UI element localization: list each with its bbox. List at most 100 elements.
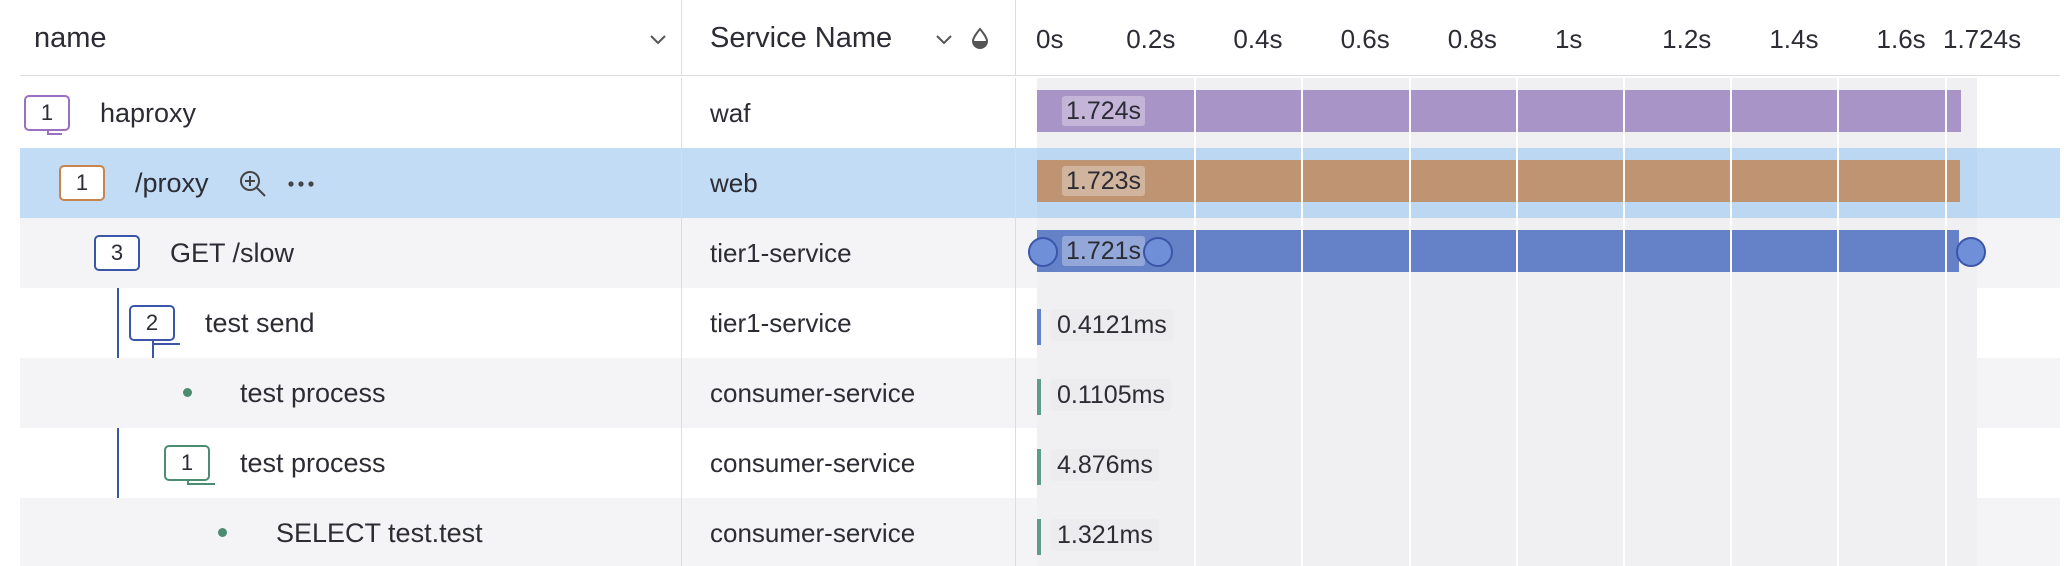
span-row-haproxy[interactable]: 1 haproxy waf 1.724s [20,78,2060,148]
timeline-gridline [1515,288,1518,358]
timeline-cell: 1.321ms [1016,498,2060,566]
timeline-gridline [1730,288,1733,358]
span-bar[interactable] [1037,160,1961,202]
timeline-gridline [1622,78,1625,148]
timeline-gridline [1301,78,1304,148]
span-name-cell: 2 test send [20,288,682,358]
timeline-gridline [1944,498,1947,566]
service-name: consumer-service [682,428,1016,498]
span-row-select-test[interactable]: SELECT test.test consumer-service 1.321m… [20,498,2060,566]
trace-table-header: name Service Name 0s 0.2s 0.4s 0.6s 0.8s 1s 1.… [20,0,2060,76]
child-count-badge[interactable]: 1 [164,445,210,481]
span-row-test-process[interactable]: test process consumer-service 0.1105ms [20,358,2060,428]
service-column-header[interactable]: Service Name [682,0,1016,76]
timeline-gridline [1944,288,1947,358]
timeline-gridline [1194,428,1197,498]
timeline-gridline [1194,78,1197,148]
timeline-gridline [1408,148,1411,218]
timeline-cell: 1.724s [1016,78,2060,148]
timeline-gridline [1408,358,1411,428]
timeline-tick-label: 1.6s [1876,24,1926,54]
child-count-badge[interactable]: 1 [59,165,105,201]
timeline-gridline [1515,78,1518,148]
span-bar[interactable] [1037,519,1041,555]
more-options-icon[interactable] [286,169,316,199]
timeline-gridline [1408,428,1411,498]
timeline-gridline [1622,498,1625,566]
timeline-cell: 1.723s [1016,148,2060,218]
timeline-gridline [1730,148,1733,218]
span-name-cell: 1 test process [20,428,682,498]
span-duration-label: 4.876ms [1051,449,1159,481]
span-bar[interactable] [1037,379,1041,415]
timeline-track [1037,428,1977,498]
leaf-dot [183,388,192,397]
timeline-gridline [1408,218,1411,288]
timeline-gridline [1515,148,1518,218]
timeline-gridline [1944,148,1947,218]
timeline-gridline [1837,498,1840,566]
timeline-gridline [1408,498,1411,566]
span-duration-label: 1.724s [1062,96,1146,126]
span-name: test process [240,377,386,408]
timeline-tick-label: 0.4s [1233,24,1283,54]
child-count-badge[interactable]: 2 [129,305,175,341]
span-row-proxy[interactable]: 1 /proxy web 1.723s [20,148,2060,218]
span-name-cell: 1 /proxy [20,148,682,218]
chevron-down-icon[interactable] [932,26,956,50]
span-duration-label: 1.321ms [1051,519,1159,551]
span-bar[interactable] [1037,230,1960,272]
service-name: tier1-service [682,218,1016,288]
span-row-get-slow[interactable]: 3 GET /slow tier1-service 1.721s [20,218,2060,288]
name-column-title: name [34,21,107,54]
timeline-gridline [1194,148,1197,218]
timeline-gridline [1730,218,1733,288]
span-row-test-send[interactable]: 2 test send tier1-service 0.4121ms [20,288,2060,358]
timeline-track [1037,288,1977,358]
timeline-gridline [1194,358,1197,428]
timeline-gridline [1944,358,1947,428]
service-name: web [682,148,1016,218]
span-row-test-process[interactable]: 1 test process consumer-service 4.876ms [20,428,2060,498]
timeline-gridline [1837,358,1840,428]
span-bar[interactable] [1037,90,1961,132]
span-name: test send [205,307,315,338]
range-start-handle[interactable] [1028,237,1058,267]
span-name: test process [240,447,386,478]
span-bar[interactable] [1037,449,1041,485]
leaf-dot [218,528,227,537]
timeline-gridline [1194,498,1197,566]
label-end-handle[interactable] [1143,237,1173,267]
child-count-badge[interactable]: 1 [24,95,70,131]
timeline-gridline [1944,428,1947,498]
timeline-gridline [1837,148,1840,218]
timeline-gridline [1301,428,1304,498]
service-name: waf [682,78,1016,148]
span-name-cell: test process [20,358,682,428]
timeline-cell: 1.721s [1016,218,2060,288]
name-column-header[interactable]: name [20,0,682,76]
span-name: haproxy [100,97,197,128]
timeline-gridline [1515,498,1518,566]
span-name-cell: SELECT test.test [20,498,682,566]
color-drop-icon[interactable] [968,25,992,49]
zoom-in-icon[interactable] [238,169,268,199]
span-name: GET /slow [170,237,295,268]
timeline-tick-label: 1.4s [1769,24,1819,54]
child-count-badge[interactable]: 3 [94,235,140,271]
span-bar[interactable] [1037,309,1041,345]
range-end-handle[interactable] [1956,237,1986,267]
timeline-gridline [1301,358,1304,428]
service-name: tier1-service [682,288,1016,358]
timeline-gridline [1730,428,1733,498]
service-column-title: Service Name [710,21,893,54]
timeline-tick-label: 0s [1036,24,1064,54]
timeline-tick-label: 0.8s [1447,24,1497,54]
chevron-down-icon[interactable] [646,26,670,50]
timeline-tick-label: 1.2s [1662,24,1712,54]
timeline-gridline [1194,218,1197,288]
timeline-gridline [1837,288,1840,358]
service-name: consumer-service [682,498,1016,566]
timeline-gridline [1194,288,1197,358]
timeline-gridline [1837,218,1840,288]
